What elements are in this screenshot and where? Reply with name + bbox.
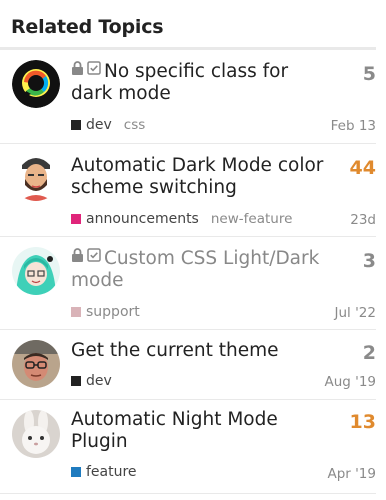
activity-date[interactable]: Jul '22	[335, 305, 376, 321]
category-color-badge	[71, 307, 81, 317]
topic-meta: announcements new-feature	[71, 211, 292, 227]
reply-count[interactable]: 13	[350, 411, 376, 433]
avatar[interactable]	[12, 340, 60, 388]
reply-count[interactable]: 3	[363, 250, 376, 272]
category-link[interactable]: dev	[86, 117, 112, 133]
topic-meta: dev	[71, 373, 112, 389]
person-glasses-icon	[12, 340, 60, 388]
tag-link[interactable]: new-feature	[211, 211, 293, 227]
tag-link[interactable]: css	[124, 117, 146, 133]
category-link[interactable]: support	[86, 304, 140, 320]
lock-icon	[71, 59, 84, 81]
category-color-badge	[71, 376, 81, 386]
person-beard-cap-icon	[12, 153, 60, 201]
topic-title-text: No specific class for dark mode	[71, 61, 289, 104]
category-link[interactable]: feature	[86, 464, 137, 480]
topic-meta: feature	[71, 464, 137, 480]
category-link[interactable]: announcements	[86, 211, 199, 227]
topic-title-text: Custom CSS Light/Dark mode	[71, 248, 320, 291]
avatar[interactable]	[12, 153, 60, 201]
section-title: Related Topics	[11, 16, 164, 38]
topic-title-text: Get the current theme	[71, 340, 279, 361]
lock-icon	[71, 246, 84, 268]
topic-row[interactable]: Custom CSS Light/Dark mode 3 support Jul…	[0, 237, 376, 330]
activity-date[interactable]: Feb 13	[331, 118, 376, 134]
avatar[interactable]	[12, 247, 60, 295]
category-color-badge	[71, 214, 81, 224]
solved-checkbox-icon	[87, 246, 101, 268]
topic-title-link[interactable]: No specific class for dark mode	[71, 61, 332, 105]
reply-count[interactable]: 44	[350, 157, 376, 179]
topic-title-link[interactable]: Custom CSS Light/Dark mode	[71, 248, 332, 292]
topic-title-link[interactable]: Get the current theme	[71, 340, 332, 362]
activity-date[interactable]: Aug '19	[324, 374, 376, 390]
topic-title-link[interactable]: Automatic Dark Mode color scheme switchi…	[71, 155, 332, 199]
avatar[interactable]	[12, 60, 60, 108]
solved-checkbox-icon	[87, 59, 101, 81]
topic-title-text: Automatic Dark Mode color scheme switchi…	[71, 155, 324, 198]
reply-count[interactable]: 5	[363, 63, 376, 85]
category-color-badge	[71, 120, 81, 130]
topic-title-link[interactable]: Automatic Night Mode Plugin	[71, 409, 332, 453]
related-topics-header: Related Topics	[0, 0, 376, 50]
avatar[interactable]	[12, 410, 60, 458]
topic-title-text: Automatic Night Mode Plugin	[71, 409, 278, 452]
topic-row[interactable]: No specific class for dark mode 5 dev cs…	[0, 50, 376, 144]
topic-row[interactable]: Automatic Dark Mode color scheme switchi…	[0, 144, 376, 237]
topic-row[interactable]: Automatic Night Mode Plugin 13 feature A…	[0, 400, 376, 494]
activity-date[interactable]: 23d	[350, 212, 376, 228]
anime-character-icon	[12, 247, 60, 295]
topic-meta: dev css	[71, 117, 145, 133]
category-color-badge	[71, 467, 81, 477]
activity-date[interactable]: Apr '19	[327, 466, 376, 482]
topic-meta: support	[71, 304, 140, 320]
rabbit-icon	[12, 410, 60, 458]
reply-count[interactable]: 2	[363, 342, 376, 364]
discourse-logo-icon	[12, 60, 60, 108]
topic-row[interactable]: Get the current theme 2 dev Aug '19	[0, 330, 376, 400]
category-link[interactable]: dev	[86, 373, 112, 389]
